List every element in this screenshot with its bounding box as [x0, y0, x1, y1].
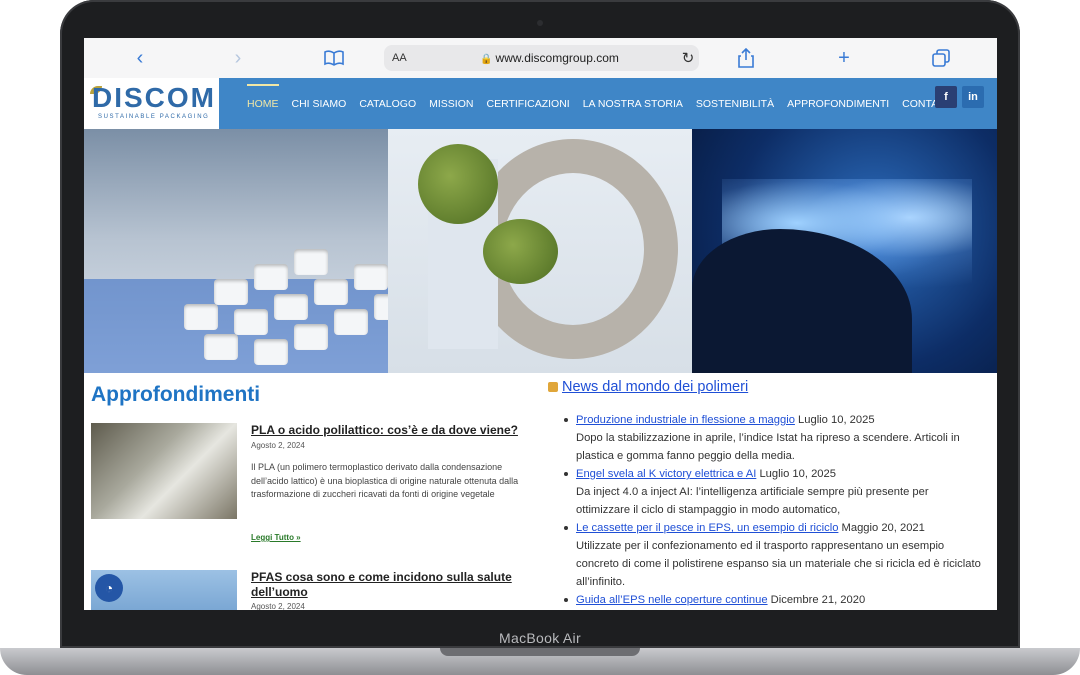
news-link[interactable]: Guida all’EPS nelle coperture continue: [576, 594, 768, 606]
news-date: Dicembre 21, 2020: [770, 594, 866, 606]
news-date: Luglio 10, 2025: [798, 414, 875, 426]
news-item: Guida all’EPS nelle coperture continue D…: [562, 591, 982, 609]
tray: [274, 294, 308, 320]
news-link[interactable]: Le cassette per il pesce in EPS, un esem…: [576, 522, 838, 534]
camera: [537, 20, 543, 26]
nav-approfondimenti[interactable]: APPROFONDIMENTI: [787, 78, 889, 129]
laptop-notch: [440, 648, 640, 656]
back-icon[interactable]: ‹: [126, 46, 154, 70]
news-summary: Utilizzate per il confezionamento ed il …: [576, 540, 981, 588]
article-thumbnail[interactable]: ◔: [91, 570, 237, 610]
article-title[interactable]: PFAS cosa sono e come incidono sulla sal…: [251, 570, 541, 600]
approfondimenti-heading: Approfondimenti: [91, 383, 261, 406]
tray: [254, 264, 288, 290]
article-date: Agosto 2, 2024: [251, 602, 305, 610]
device-label: MacBook Air: [499, 630, 581, 646]
tray: [234, 309, 268, 335]
tray: [254, 339, 288, 365]
nav-sostenibilita[interactable]: SOSTENIBILITÀ: [696, 78, 774, 129]
tabs-icon[interactable]: [927, 46, 955, 70]
linkedin-icon[interactable]: in: [962, 86, 984, 108]
logo-tagline: SUSTAINABLE PACKAGING: [98, 114, 210, 120]
lock-icon: 🔒: [480, 54, 493, 65]
browser-screen: ‹ › AA 🔒 www.discomgroup.com ↻ + DISCOM S…: [84, 38, 997, 610]
reload-icon[interactable]: ↻: [677, 49, 699, 67]
rss-icon: [548, 382, 558, 392]
article-title[interactable]: PLA o acido polilattico: cos’è e da dove…: [251, 423, 541, 438]
nav-chi-siamo[interactable]: CHI SIAMO: [292, 78, 347, 129]
logo-text: DISCOM: [92, 82, 216, 113]
tray: [294, 324, 328, 350]
share-icon[interactable]: [732, 46, 760, 70]
news-date: Maggio 20, 2021: [841, 522, 925, 534]
forest-island: [418, 144, 498, 224]
tray: [204, 334, 238, 360]
url-value: www.discomgroup.com: [495, 51, 619, 65]
news-link[interactable]: Engel svela al K victory elettrica e AI: [576, 468, 756, 480]
nav-la-nostra-storia[interactable]: LA NOSTRA STORIA: [583, 78, 683, 129]
article-thumbnail[interactable]: [91, 423, 237, 519]
tray: [354, 264, 388, 290]
tray: [184, 304, 218, 330]
hero-image-eco-plate: [388, 129, 692, 373]
read-more-link[interactable]: Leggi Tutto »: [251, 533, 301, 542]
hero-banner: [84, 129, 997, 373]
address-bar[interactable]: AA 🔒 www.discomgroup.com ↻: [384, 45, 699, 71]
new-tab-icon[interactable]: +: [830, 46, 858, 70]
text-size-button[interactable]: AA: [392, 52, 422, 64]
news-link[interactable]: Produzione industriale in flessione a ma…: [576, 414, 795, 426]
nav-certificazioni[interactable]: CERTIFICAZIONI: [486, 78, 569, 129]
tray: [374, 294, 388, 320]
news-item: Produzione industriale in flessione a ma…: [562, 411, 982, 465]
news-summary: Dopo la stabilizzazione in aprile, l’ind…: [576, 432, 960, 462]
main-content: Approfondimenti PLA o acido polilattico:…: [84, 373, 997, 610]
news-item: Le cassette per il pesce in EPS, un esem…: [562, 519, 982, 591]
tray: [334, 309, 368, 335]
nav-catalogo[interactable]: CATALOGO: [359, 78, 416, 129]
accessibility-clock-icon[interactable]: ◔: [95, 574, 123, 602]
article-excerpt: Il PLA (un polimero termoplastico deriva…: [251, 462, 519, 499]
article-date: Agosto 2, 2024: [251, 441, 305, 450]
logo[interactable]: DISCOM SUSTAINABLE PACKAGING: [84, 78, 219, 129]
news-heading[interactable]: News dal mondo dei polimeri: [548, 379, 748, 395]
main-nav: HOME CHI SIAMO CATALOGO MISSION CERTIFIC…: [247, 78, 966, 129]
url-text: 🔒 www.discomgroup.com: [422, 51, 677, 65]
news-heading-text: News dal mondo dei polimeri: [562, 379, 749, 395]
tray: [314, 279, 348, 305]
facebook-icon[interactable]: f: [935, 86, 957, 108]
browser-toolbar: ‹ › AA 🔒 www.discomgroup.com ↻ +: [84, 38, 997, 79]
nav-home[interactable]: HOME: [247, 78, 279, 129]
news-summary: Da inject 4.0 a inject AI: l’intelligenz…: [576, 486, 929, 516]
tray: [294, 249, 328, 275]
bookmarks-icon[interactable]: [320, 46, 348, 70]
forest-island: [483, 219, 558, 284]
tray: [214, 279, 248, 305]
news-item: Engel svela al K victory elettrica e AI …: [562, 465, 982, 519]
news-date: Luglio 10, 2025: [759, 468, 836, 480]
nav-mission[interactable]: MISSION: [429, 78, 473, 129]
hero-image-packaging-line: [84, 129, 388, 373]
news-list: Produzione industriale in flessione a ma…: [562, 411, 982, 609]
site-header: DISCOM SUSTAINABLE PACKAGING HOME CHI SI…: [84, 78, 997, 129]
hero-image-world-network: [692, 129, 997, 373]
forward-icon[interactable]: ›: [224, 46, 252, 70]
